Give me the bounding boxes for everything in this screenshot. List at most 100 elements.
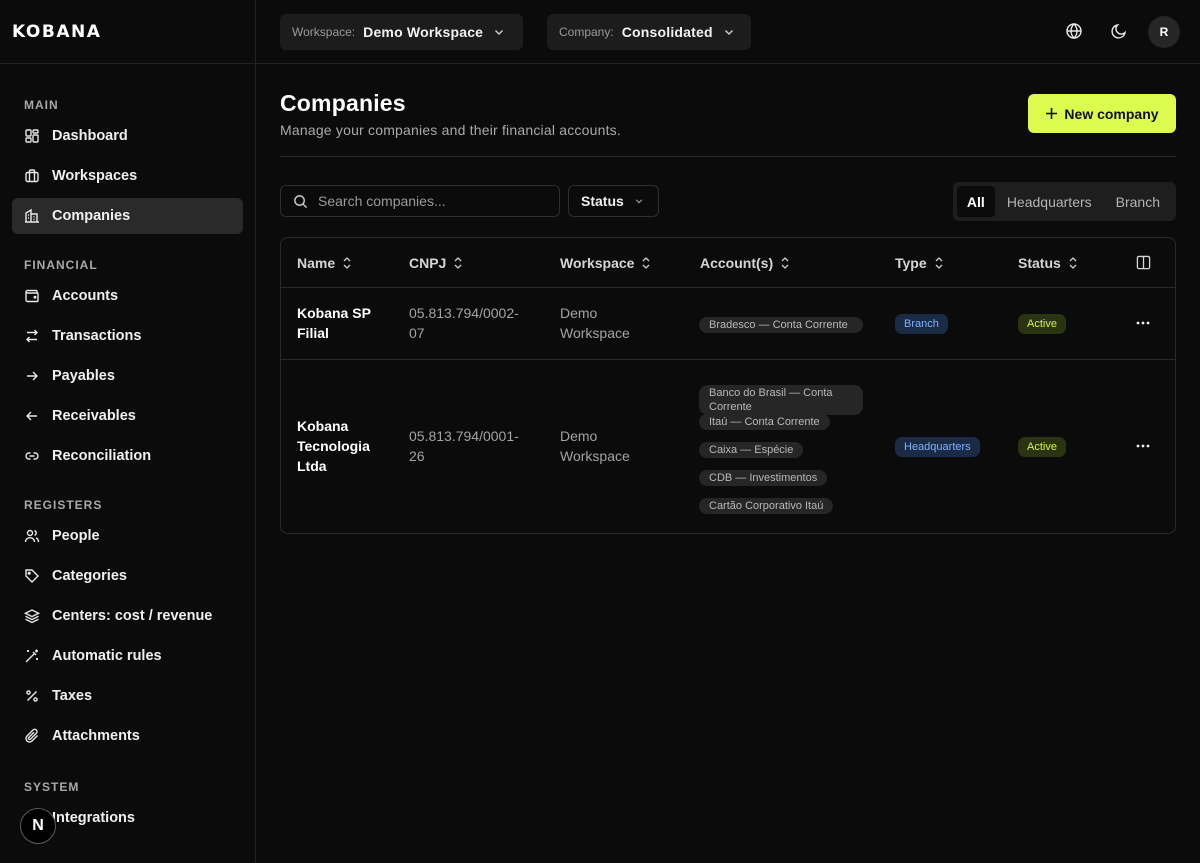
- layers-icon: [24, 609, 40, 624]
- company-selector[interactable]: Company: Consolidated: [547, 14, 751, 50]
- company-name[interactable]: Kobana Tecnologia Ltda: [297, 416, 389, 476]
- sidebar-item-transactions[interactable]: Transactions: [12, 318, 243, 354]
- company-name[interactable]: Kobana SP Filial: [297, 303, 389, 343]
- sidebar-item-automatic-rules[interactable]: Automatic rules: [12, 638, 243, 674]
- account-chip: Bradesco — Conta Corrente: [699, 317, 863, 333]
- sort-icon: [935, 257, 943, 269]
- type-badge: Branch: [895, 314, 948, 334]
- sidebar-item-reconciliation[interactable]: Reconciliation: [12, 438, 243, 474]
- workspace-selector[interactable]: Workspace: Demo Workspace: [280, 14, 523, 50]
- sidebar-item-centers[interactable]: Centers: cost / revenue: [12, 598, 243, 634]
- avatar[interactable]: R: [1148, 16, 1180, 48]
- search-input[interactable]: [318, 193, 538, 209]
- sidebar-item-receivables[interactable]: Receivables: [12, 398, 243, 434]
- sidebar-item-label: Companies: [52, 208, 131, 224]
- column-header-status[interactable]: Status: [1018, 238, 1079, 288]
- company-selector-value: Consolidated: [621, 24, 713, 40]
- column-header-cnpj[interactable]: CNPJ: [409, 238, 464, 288]
- sidebar-item-attachments[interactable]: Attachments: [12, 718, 243, 754]
- globe-icon[interactable]: [1065, 22, 1083, 40]
- moon-icon[interactable]: [1110, 22, 1128, 40]
- sidebar-item-label: Automatic rules: [52, 648, 162, 664]
- sidebar-item-label: Categories: [52, 568, 127, 584]
- page-subtitle: Manage your companies and their financia…: [280, 122, 621, 138]
- paperclip-icon: [25, 728, 38, 743]
- users-icon: [24, 529, 40, 543]
- sidebar: KOBANA MAIN Dashboard Workspaces Compani…: [0, 0, 256, 863]
- sidebar-item-label: Centers: cost / revenue: [52, 608, 213, 624]
- sidebar-item-dashboard[interactable]: Dashboard: [12, 118, 243, 154]
- sidebar-item-label: Taxes: [52, 688, 93, 704]
- account-chip: Caixa — Espécie: [699, 442, 804, 458]
- plus-icon: [1046, 108, 1058, 119]
- sidebar-item-taxes[interactable]: Taxes: [12, 678, 243, 714]
- section-label-registers: REGISTERS: [24, 498, 103, 512]
- segment-headquarters[interactable]: Headquarters: [995, 186, 1104, 217]
- column-header-label: Workspace: [560, 255, 635, 271]
- company-cnpj: 05.813.794/0002-07: [409, 305, 519, 341]
- status-badge: Active: [1018, 314, 1066, 334]
- more-actions-icon[interactable]: [1135, 315, 1151, 331]
- sidebar-item-label: Transactions: [52, 328, 142, 344]
- dashboard-icon: [25, 129, 39, 143]
- chevron-down-icon: [495, 30, 504, 35]
- sidebar-nav: MAIN Dashboard Workspaces Companies FINA…: [0, 64, 255, 836]
- column-header-workspace[interactable]: Workspace: [560, 238, 652, 288]
- chevron-down-icon: [635, 199, 643, 204]
- briefcase-icon: [25, 169, 39, 183]
- section-label-financial: FINANCIAL: [24, 258, 98, 272]
- sort-icon: [642, 257, 650, 269]
- sidebar-item-accounts[interactable]: Accounts: [12, 278, 243, 314]
- company-selector-label: Company:: [559, 25, 614, 39]
- page-title: Companies: [280, 90, 406, 116]
- segment-all[interactable]: All: [956, 186, 995, 217]
- sidebar-item-label: Integrations: [52, 810, 135, 826]
- sidebar-item-categories[interactable]: Categories: [12, 558, 243, 594]
- header-divider: [280, 156, 1176, 157]
- sidebar-item-companies[interactable]: Companies: [12, 198, 243, 234]
- column-header-label: Status: [1018, 255, 1061, 271]
- segment-branch[interactable]: Branch: [1104, 186, 1172, 217]
- account-chip: Itaú — Conta Corrente: [699, 414, 830, 430]
- app-root: KOBANA MAIN Dashboard Workspaces Compani…: [0, 0, 1200, 863]
- sidebar-item-label: Attachments: [52, 728, 140, 744]
- header-row-divider: [281, 287, 1175, 288]
- sidebar-item-label: Dashboard: [52, 128, 128, 144]
- link-icon: [25, 452, 39, 460]
- chevron-down-icon: [724, 30, 733, 35]
- status-filter-button[interactable]: Status: [568, 185, 659, 217]
- sort-icon: [781, 257, 789, 269]
- columns-toggle-icon[interactable]: [1136, 255, 1151, 270]
- sidebar-item-label: Accounts: [52, 288, 119, 304]
- sort-icon: [454, 257, 462, 269]
- arrow-left-icon: [26, 411, 37, 421]
- sidebar-item-workspaces[interactable]: Workspaces: [12, 158, 243, 194]
- account-chip: CDB — Investimentos: [699, 470, 828, 486]
- workspace-selector-value: Demo Workspace: [363, 24, 484, 40]
- arrows-left-right-icon: [26, 329, 38, 343]
- account-chip: Cartão Corporativo Itaú: [699, 498, 834, 514]
- column-header-label: Account(s): [700, 255, 774, 271]
- search-box[interactable]: [280, 185, 560, 217]
- column-header-accounts[interactable]: Account(s): [700, 238, 791, 288]
- logo[interactable]: KOBANA: [0, 0, 255, 64]
- new-company-button[interactable]: New company: [1028, 94, 1176, 133]
- type-badge: Headquarters: [895, 437, 980, 457]
- search-icon: [294, 194, 308, 208]
- row-divider: [281, 359, 1175, 360]
- sidebar-item-payables[interactable]: Payables: [12, 358, 243, 394]
- sidebar-item-people[interactable]: People: [12, 518, 243, 554]
- column-header-label: Type: [895, 255, 927, 271]
- status-filter-label: Status: [581, 193, 624, 209]
- column-header-name[interactable]: Name: [297, 238, 353, 288]
- company-cnpj: 05.813.794/0001-26: [409, 428, 519, 464]
- sidebar-item-label: Workspaces: [52, 168, 138, 184]
- column-header-type[interactable]: Type: [895, 238, 945, 288]
- topbar: Workspace: Demo Workspace Company: Conso…: [256, 0, 1200, 64]
- more-actions-icon[interactable]: [1135, 438, 1151, 454]
- tag-icon: [25, 569, 39, 583]
- company-workspace: Demo Workspace: [560, 428, 630, 464]
- sort-icon: [1069, 257, 1077, 269]
- arrow-right-icon: [27, 371, 38, 381]
- floating-n-badge[interactable]: N: [20, 808, 56, 844]
